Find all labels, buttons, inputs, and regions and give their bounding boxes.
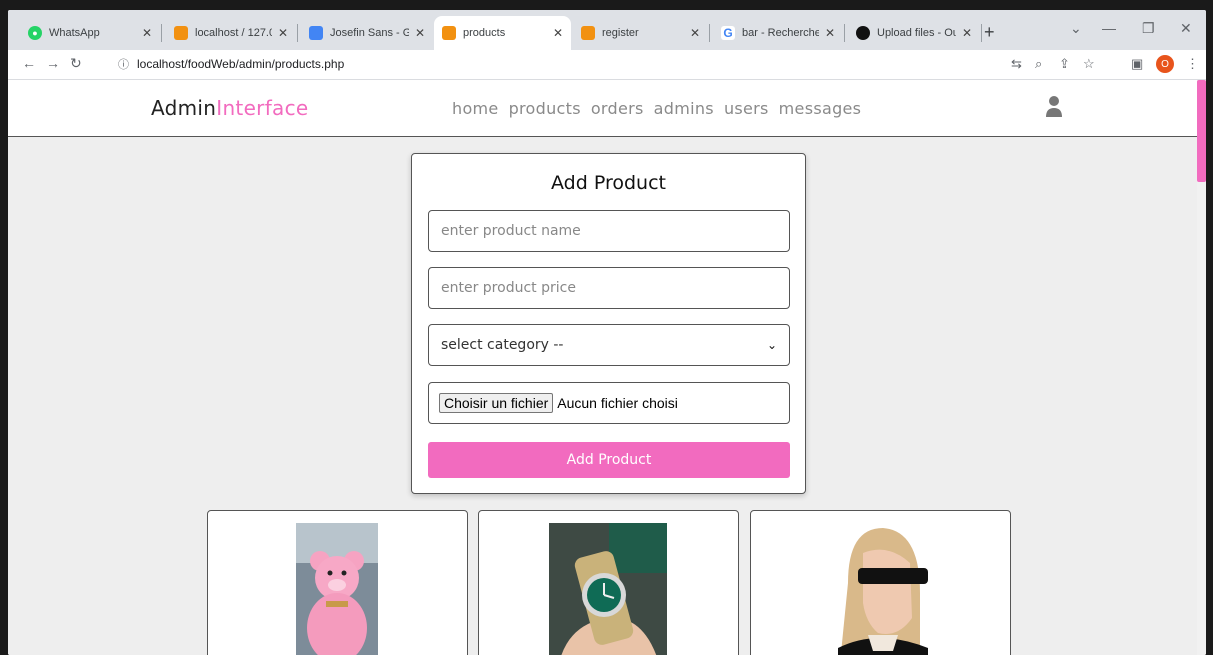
add-product-button[interactable]: Add Product [428, 442, 790, 478]
close-icon[interactable]: ✕ [553, 26, 563, 40]
tab-products[interactable]: products ✕ [434, 16, 571, 50]
product-image-sunglasses [828, 523, 934, 655]
product-card [750, 510, 1011, 655]
product-image-watch [549, 523, 667, 655]
back-icon[interactable]: ← [22, 55, 36, 71]
close-icon[interactable]: ✕ [415, 26, 425, 40]
nav-admins[interactable]: admins [654, 99, 714, 118]
close-icon[interactable]: ✕ [690, 26, 700, 40]
github-icon [856, 26, 870, 40]
main-nav: home products orders admins users messag… [452, 99, 861, 118]
info-icon[interactable]: ⓘ [118, 56, 129, 72]
tab-title: WhatsApp [49, 27, 100, 39]
close-icon[interactable]: ✕ [825, 26, 835, 40]
translate-icon[interactable]: ⇆ [1011, 56, 1022, 72]
profile-avatar[interactable]: O [1156, 55, 1174, 73]
tab-title: Upload files - Ou [877, 27, 956, 39]
chevron-down-icon: ⌄ [766, 338, 777, 352]
category-value: select category -- [441, 337, 564, 353]
brand-logo[interactable]: AdminInterface [151, 96, 309, 120]
tab-register[interactable]: register ✕ [573, 16, 708, 50]
close-icon[interactable]: ✕ [142, 26, 152, 40]
bookmark-star-icon[interactable]: ☆ [1083, 56, 1095, 72]
tab-search-icon[interactable]: ⌄ [1070, 20, 1082, 37]
tab-google-search[interactable]: G bar - Recherche ✕ [713, 16, 843, 50]
side-panel-icon[interactable]: ▣ [1131, 56, 1143, 72]
product-price-input[interactable]: enter product price [428, 267, 790, 309]
user-icon[interactable] [1045, 95, 1063, 119]
tab-phpmyadmin[interactable]: localhost / 127.0. ✕ [166, 16, 296, 50]
page-icon [442, 26, 456, 40]
page-content: AdminInterface home products orders admi… [8, 80, 1206, 655]
phpmyadmin-icon [174, 26, 188, 40]
close-icon[interactable]: ✕ [962, 26, 972, 40]
admin-header: AdminInterface home products orders admi… [8, 80, 1206, 137]
product-card [478, 510, 739, 655]
close-icon[interactable]: ✕ [278, 26, 288, 40]
browser-toolbar: ← → ↻ ⓘ localhost/foodWeb/admin/products… [8, 50, 1206, 80]
nav-users[interactable]: users [724, 99, 769, 118]
tab-title: Josefin Sans - Go [330, 27, 409, 39]
whatsapp-icon: ● [28, 26, 42, 40]
scrollbar-thumb[interactable] [1197, 80, 1206, 182]
category-select[interactable]: select category -- ⌄ [428, 324, 790, 366]
product-card [207, 510, 468, 655]
new-tab-button[interactable]: + [984, 22, 995, 43]
page-icon [581, 26, 595, 40]
tab-whatsapp[interactable]: ● WhatsApp ✕ [20, 16, 160, 50]
google-icon: G [721, 26, 735, 40]
close-window-button[interactable]: ✕ [1180, 20, 1192, 37]
tab-title: localhost / 127.0. [195, 27, 272, 39]
image-file-input[interactable]: Choisir un fichier Aucun fichier choisi [428, 382, 790, 424]
brand-accent: Interface [216, 96, 309, 120]
scrollbar[interactable] [1197, 80, 1206, 655]
tab-title: register [602, 27, 639, 39]
restore-button[interactable]: ❐ [1142, 20, 1155, 37]
browser-window: ● WhatsApp ✕ localhost / 127.0. ✕ Josefi… [8, 10, 1206, 655]
nav-products[interactable]: products [509, 99, 581, 118]
nav-home[interactable]: home [452, 99, 499, 118]
tab-github[interactable]: Upload files - Ou ✕ [848, 16, 980, 50]
minimize-button[interactable]: — [1102, 20, 1116, 36]
brand-main: Admin [151, 96, 217, 120]
choose-file-button[interactable]: Choisir un fichier [439, 393, 554, 413]
nav-messages[interactable]: messages [779, 99, 862, 118]
form-title: Add Product [551, 172, 666, 194]
tab-title: products [463, 27, 506, 39]
reload-icon[interactable]: ↻ [70, 55, 82, 72]
product-name-input[interactable]: enter product name [428, 210, 790, 252]
url-text: localhost/foodWeb/admin/products.php [137, 57, 345, 71]
file-status: Aucun fichier choisi [557, 395, 678, 411]
menu-icon[interactable]: ⋮ [1186, 56, 1199, 72]
add-product-form: Add Product enter product name enter pro… [411, 153, 806, 494]
google-fonts-icon [309, 26, 323, 40]
share-icon[interactable]: ⇪ [1059, 56, 1070, 72]
nav-orders[interactable]: orders [591, 99, 644, 118]
product-image-teddy-bear [296, 523, 378, 655]
forward-icon[interactable]: → [46, 55, 60, 71]
zoom-icon[interactable]: ⌕ [1035, 56, 1042, 72]
address-bar[interactable]: ⓘ localhost/foodWeb/admin/products.php [118, 56, 344, 72]
tab-josefin-sans[interactable]: Josefin Sans - Go ✕ [301, 16, 433, 50]
tab-strip: ● WhatsApp ✕ localhost / 127.0. ✕ Josefi… [8, 10, 1206, 50]
tab-title: bar - Recherche [742, 27, 819, 39]
